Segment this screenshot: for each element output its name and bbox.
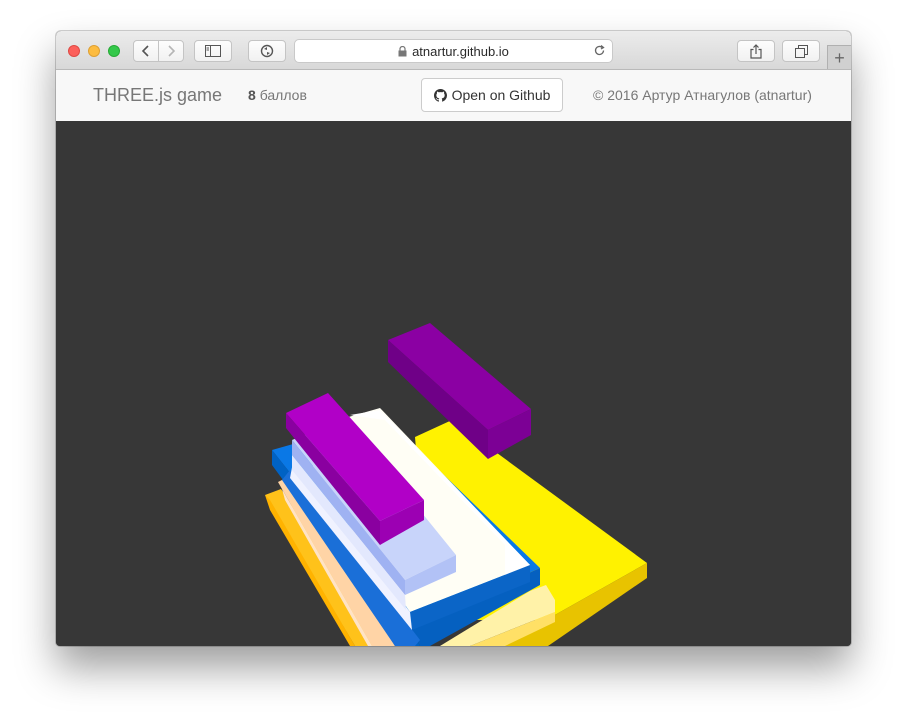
score-display: 8 баллов	[248, 87, 307, 103]
address-text: atnartur.github.io	[412, 43, 509, 59]
open-github-button[interactable]: Open on Github	[421, 78, 563, 112]
extension-button[interactable]	[248, 40, 286, 62]
tabs-icon	[794, 44, 808, 58]
back-button[interactable]	[133, 40, 159, 62]
new-tab-button[interactable]: +	[827, 45, 851, 69]
back-icon	[141, 45, 149, 57]
site-brand[interactable]: THREE.js game	[93, 85, 222, 106]
reload-icon[interactable]	[593, 44, 606, 57]
sidebar-icon	[205, 45, 221, 57]
tabs-button[interactable]	[782, 40, 820, 62]
block-stack-scene	[265, 323, 647, 646]
share-button[interactable]	[737, 40, 775, 62]
lock-icon	[398, 45, 407, 56]
title-bar: atnartur.github.io +	[56, 31, 851, 70]
sidebar-button[interactable]	[194, 40, 232, 62]
plus-icon: +	[834, 47, 845, 68]
forward-icon	[168, 45, 176, 57]
forward-button[interactable]	[158, 40, 184, 62]
minimize-window-button[interactable]	[88, 45, 100, 57]
zoom-window-button[interactable]	[108, 45, 120, 57]
game-canvas[interactable]	[56, 121, 851, 646]
copyright-text: © 2016 Артур Атнагулов (atnartur)	[593, 87, 812, 103]
github-icon	[433, 88, 447, 102]
extension-icon	[260, 44, 274, 58]
browser-window: atnartur.github.io + THREE.js game 8 бал…	[56, 31, 851, 646]
score-value: 8	[248, 87, 256, 103]
score-label: баллов	[259, 87, 307, 103]
close-window-button[interactable]	[68, 45, 80, 57]
share-icon	[750, 43, 762, 59]
site-navbar: THREE.js game 8 баллов Open on Github © …	[56, 70, 851, 122]
address-bar[interactable]: atnartur.github.io	[294, 39, 613, 63]
github-button-label: Open on Github	[451, 87, 551, 103]
